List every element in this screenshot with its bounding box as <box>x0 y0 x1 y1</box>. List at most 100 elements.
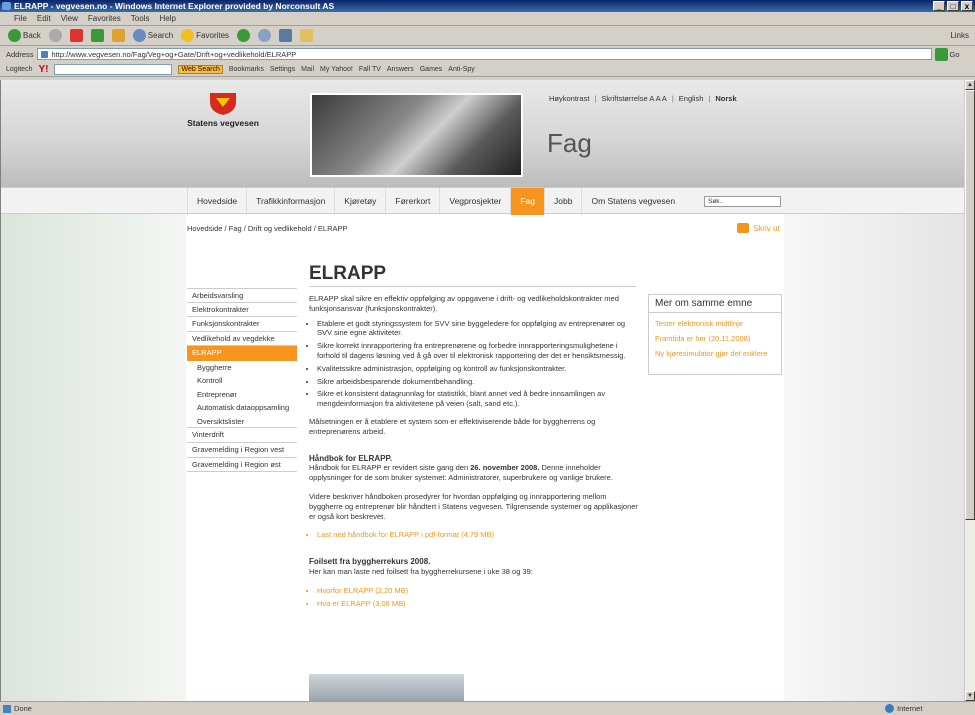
nav-hovedside[interactable]: Hovedside <box>187 188 246 215</box>
close-button[interactable]: x <box>961 1 973 11</box>
main-content: ELRAPP skal sikre en effektiv oppfølging… <box>309 294 639 616</box>
print-link[interactable]: Skriv ut <box>737 223 780 233</box>
nav-kjoretoy[interactable]: Kjøretøy <box>334 188 385 215</box>
list-item: Sikre et konsistent datagrunnlag for sta… <box>317 389 639 409</box>
menu-tools[interactable]: Tools <box>131 12 150 25</box>
nav-trafikkinformasjon[interactable]: Trafikkinformasjon <box>246 188 334 215</box>
title-divider <box>309 286 636 287</box>
nav-forerkort[interactable]: Førerkort <box>385 188 439 215</box>
leftnav-oversiktslister[interactable]: Oversiktslister <box>187 415 297 429</box>
games-link[interactable]: Games <box>420 66 443 73</box>
list-item: Etablere et godt styringssystem for SVV … <box>317 319 639 339</box>
yahoo-logo-icon[interactable]: Y! <box>38 64 48 75</box>
stop-button[interactable] <box>69 29 83 42</box>
settings-button[interactable]: Settings <box>270 66 295 73</box>
leftnav-automatisk-dataoppsamling[interactable]: Automatisk dataoppsamling <box>187 401 297 415</box>
address-input[interactable]: http://www.vegvesen.no/Fag/Veg+og+Gate/D… <box>36 48 932 60</box>
related-link-midtlinje[interactable]: Tester elektronisk midtlinje <box>649 319 781 328</box>
nav-fag[interactable]: Fag <box>510 188 545 215</box>
history-button[interactable] <box>237 29 251 42</box>
slides-text: Her kan man laste ned foilsett fra byggh… <box>309 566 533 576</box>
slide-link-hvorfor[interactable]: Hvorfor ELRAPP (2,20 MB) <box>317 586 639 596</box>
minimize-button[interactable]: _ <box>933 1 945 11</box>
anti-spy-link[interactable]: Anti-Spy <box>448 66 474 73</box>
norsk-link[interactable]: Norsk <box>715 94 736 103</box>
vertical-scrollbar[interactable]: ▲ ▼ <box>964 80 975 701</box>
refresh-button[interactable] <box>90 29 104 42</box>
favorites-button[interactable]: Favorites <box>181 29 229 42</box>
handbook-download-link[interactable]: Last ned håndbok for ELRAPP i pdf-format… <box>317 530 639 540</box>
english-link[interactable]: English <box>679 94 704 103</box>
list-item: Kvalitetssikre administrasjon, oppfølgin… <box>317 364 639 374</box>
leftnav-gravemelding-ost[interactable]: Gravemelding i Region øst <box>187 458 297 473</box>
printer-icon <box>737 223 749 233</box>
nav-om-statens-vegvesen[interactable]: Om Statens vegvesen <box>581 188 684 215</box>
related-link-framtida[interactable]: Framtida er her (20.11.2008) <box>649 334 781 343</box>
font-size-link[interactable]: Skriftstørrelse A A A <box>601 94 666 103</box>
back-button[interactable]: Back <box>8 29 41 42</box>
scroll-down-arrow-icon[interactable]: ▼ <box>965 691 975 701</box>
menu-view[interactable]: View <box>61 12 78 25</box>
address-bar: Address http://www.vegvesen.no/Fag/Veg+o… <box>0 47 975 61</box>
security-zone: Internet <box>885 702 922 715</box>
leftnav-funksjonskontrakter[interactable]: Funksjonskontrakter <box>187 317 297 332</box>
related-title: Mer om samme emne <box>649 295 781 313</box>
list-item: Sikre korrekt innrapportering fra entrep… <box>317 341 639 361</box>
high-contrast-link[interactable]: Høykontrast <box>549 94 589 103</box>
go-button[interactable]: Go <box>934 47 960 61</box>
handbook-text: Håndbok for ELRAPP er revidert siste gan… <box>309 463 613 483</box>
links-label[interactable]: Links <box>950 31 969 40</box>
scroll-up-arrow-icon[interactable]: ▲ <box>965 80 975 90</box>
window-title: ELRAPP - vegvesen.no - Windows Internet … <box>14 1 335 11</box>
leftnav-gravemelding-vest[interactable]: Gravemelding i Region vest <box>187 443 297 458</box>
nav-jobb[interactable]: Jobb <box>544 188 581 215</box>
mail-button[interactable] <box>258 29 272 42</box>
my-yahoo-link[interactable]: My Yahoo! <box>320 66 353 73</box>
print-toolbar-button[interactable] <box>279 29 293 42</box>
star-icon <box>181 29 195 42</box>
menu-favorites[interactable]: Favorites <box>88 12 121 25</box>
related-link-kjoresimulator[interactable]: Ny kjøresimulator gjør det enklere <box>649 349 781 358</box>
home-button[interactable] <box>111 29 125 42</box>
leftnav-vinterdrift[interactable]: Vinterdrift <box>187 428 297 444</box>
page-status-icon <box>3 705 11 713</box>
leftnav-elrapp[interactable]: ELRAPP <box>187 346 297 361</box>
breadcrumb[interactable]: Hovedside / Fag / Drift og vedlikehold /… <box>187 224 348 233</box>
leftnav-entreprenor[interactable]: Entreprenør <box>187 388 297 402</box>
slide-link-hva[interactable]: Hva er ELRAPP (3,06 MB) <box>317 599 639 609</box>
nav-vegprosjekter[interactable]: Vegprosjekter <box>439 188 510 215</box>
yahoo-search-input[interactable] <box>54 63 173 75</box>
magnifier-icon <box>132 29 146 42</box>
top-links: Høykontrast | Skriftstørrelse A A A | En… <box>549 94 737 103</box>
menu-edit[interactable]: Edit <box>37 12 51 25</box>
leftnav-byggherre[interactable]: Byggherre <box>187 361 297 375</box>
fall-tv-link[interactable]: Fall TV <box>359 66 381 73</box>
page-viewport: Statens vegvesen Høykontrast | Skriftstø… <box>0 80 964 701</box>
go-arrow-icon <box>934 47 948 61</box>
bookmarks-button[interactable]: Bookmarks <box>229 66 264 73</box>
handbook-date: 26. november 2008. <box>470 463 540 473</box>
search-button[interactable]: Search <box>132 29 173 42</box>
folder-button[interactable] <box>300 29 314 42</box>
main-nav: Hovedside Trafikkinformasjon Kjøretøy Fø… <box>1 187 964 215</box>
maximize-button[interactable]: □ <box>947 1 959 11</box>
site-header: Statens vegvesen Høykontrast | Skriftstø… <box>1 80 964 187</box>
leftnav-vedlikehold-av-vegdekke[interactable]: Vedlikehold av vegdekke <box>187 332 297 347</box>
web-search-button[interactable]: Web Search <box>178 64 223 74</box>
leftnav-kontroll[interactable]: Kontroll <box>187 374 297 388</box>
menu-help[interactable]: Help <box>159 12 175 25</box>
answers-link[interactable]: Answers <box>387 66 414 73</box>
leftnav-arbeidsvarsling[interactable]: Arbeidsvarsling <box>187 288 297 303</box>
menu-bar: File Edit View Favorites Tools Help <box>0 12 975 26</box>
globe-icon <box>885 704 894 713</box>
scroll-thumb[interactable] <box>965 90 975 520</box>
site-search-input[interactable]: Søk.. <box>704 196 781 207</box>
site-logo[interactable]: Statens vegvesen <box>187 90 259 128</box>
forward-button[interactable] <box>48 29 62 42</box>
logitech-button[interactable]: Logitech <box>6 66 32 73</box>
menu-file[interactable]: File <box>14 12 27 25</box>
mail-link[interactable]: Mail <box>301 66 314 73</box>
links-toolbar: Logitech Y! Web Search Bookmarks Setting… <box>0 62 975 77</box>
leftnav-elektrokontrakter[interactable]: Elektrokontrakter <box>187 303 297 318</box>
page-title: ELRAPP <box>309 263 387 284</box>
